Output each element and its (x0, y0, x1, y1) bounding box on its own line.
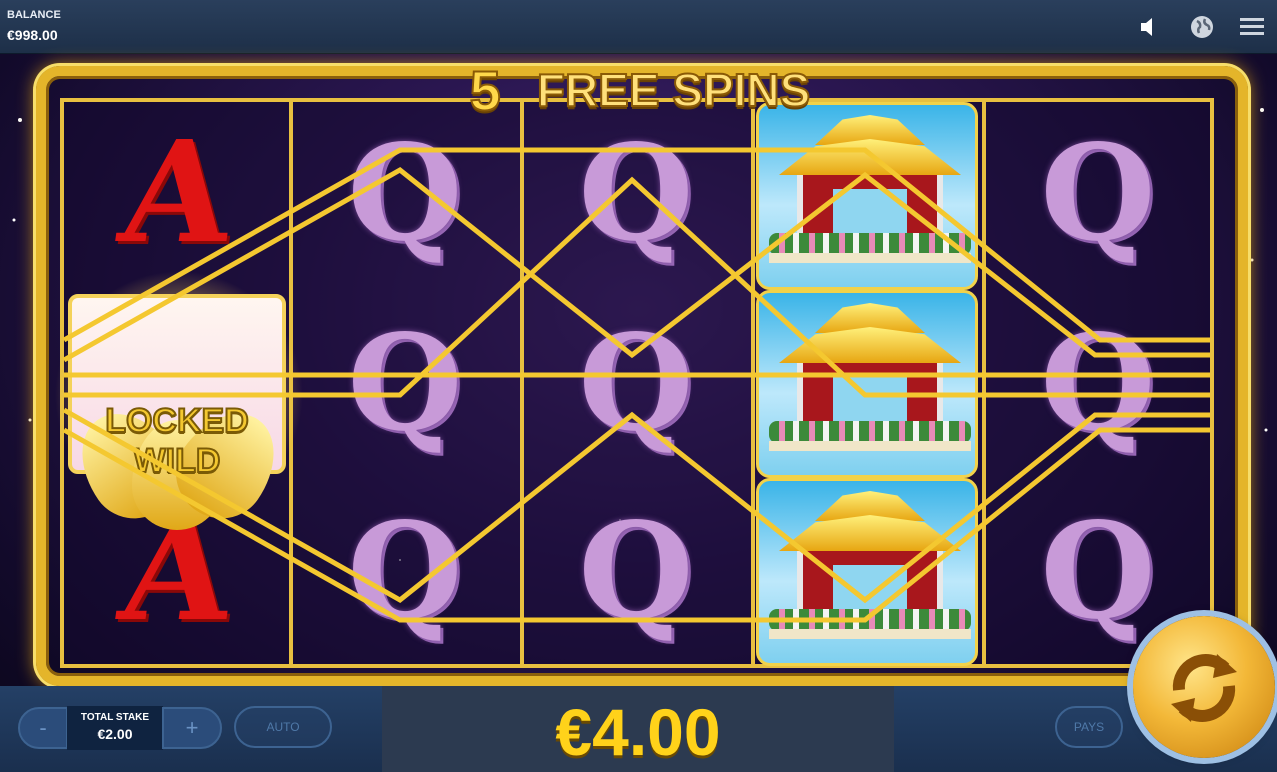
autoplay-button[interactable]: AUTO (234, 706, 332, 748)
game-stage: BALANCE €998.00 A A LOCKED WILD Q Q Q Q … (0, 0, 1277, 772)
total-stake-value: €2.00 (97, 726, 133, 742)
stake-increase-button[interactable]: + (162, 707, 222, 749)
payline (62, 407, 1210, 604)
spin-arrows-icon (1171, 654, 1237, 722)
free-spins-label: FREE SPINS (536, 63, 812, 117)
win-amount: €4.00 (555, 695, 721, 769)
free-spins-count: 5 (469, 58, 502, 123)
total-stake-label: TOTAL STAKE (80, 712, 150, 723)
total-stake-display: TOTAL STAKE €2.00 (67, 706, 163, 750)
free-spins-banner: 5 FREE SPINS (440, 58, 840, 123)
payline (62, 166, 1210, 363)
spin-button[interactable] (1133, 616, 1275, 758)
stake-decrease-button[interactable]: - (18, 707, 68, 749)
paytable-button[interactable]: PAYS (1055, 706, 1123, 748)
